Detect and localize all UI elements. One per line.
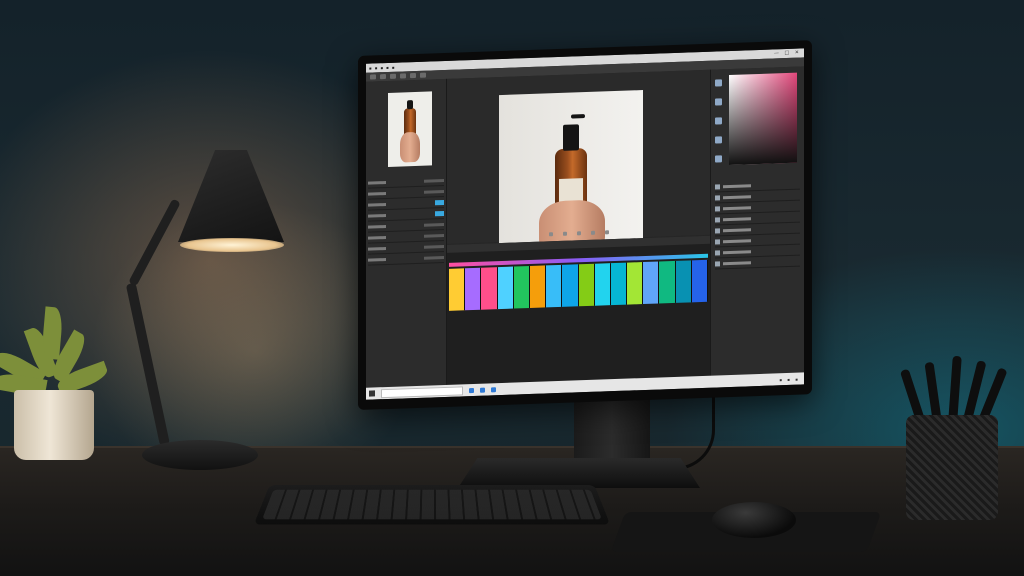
option-button[interactable] <box>370 74 376 80</box>
timeline-clip[interactable] <box>691 259 708 303</box>
tool-icon[interactable] <box>715 117 722 125</box>
timeline-clip[interactable] <box>659 260 676 304</box>
start-button[interactable] <box>369 390 375 397</box>
tool-icon[interactable] <box>715 155 722 163</box>
timeline-clip[interactable] <box>627 262 644 305</box>
taskbar-icon[interactable] <box>469 387 474 393</box>
mouse <box>712 502 796 538</box>
menu-item[interactable]: ▪ <box>392 65 395 70</box>
menu-item[interactable]: ▪ <box>386 65 389 70</box>
menu-item[interactable]: ▪ <box>375 65 378 70</box>
timeline-clip[interactable] <box>546 264 563 308</box>
timeline-clip[interactable] <box>481 267 498 310</box>
preview-thumbnail[interactable] <box>388 91 432 167</box>
monitor-stand-base <box>458 458 700 488</box>
tool-icon[interactable] <box>715 98 722 106</box>
search-input[interactable] <box>381 385 463 398</box>
color-picker[interactable] <box>729 72 797 166</box>
panel-icons <box>715 79 723 174</box>
desk-scene: ▪ ▪ ▪ ▪ ▪ — □ ✕ ▪ ▪ ▪ <box>0 0 1024 576</box>
option-button[interactable] <box>380 74 386 80</box>
monitor: ▪ ▪ ▪ ▪ ▪ — □ ✕ ▪ ▪ ▪ <box>358 40 812 411</box>
keyboard <box>253 485 611 525</box>
timeline-clip[interactable] <box>513 265 530 309</box>
tool-icon[interactable] <box>715 136 722 144</box>
timeline-clip[interactable] <box>594 263 611 306</box>
system-tray[interactable]: ▪ ▪ ▪ <box>779 376 800 382</box>
menu-item[interactable]: ▪ <box>380 65 383 70</box>
taskbar-icon[interactable] <box>480 387 485 393</box>
tool-icon[interactable] <box>590 230 595 235</box>
timeline-clip[interactable] <box>465 267 482 311</box>
timeline-clip[interactable] <box>643 261 660 305</box>
window-controls[interactable]: — □ ✕ <box>774 50 801 57</box>
layers-list <box>715 178 800 270</box>
pump-cap <box>563 124 579 151</box>
canvas-area[interactable] <box>447 69 710 258</box>
play-icon[interactable] <box>548 232 553 237</box>
property-row[interactable] <box>368 251 444 266</box>
tool-icon[interactable] <box>576 231 581 236</box>
option-button[interactable] <box>400 73 406 79</box>
left-panel <box>366 78 447 388</box>
option-button[interactable] <box>410 72 416 79</box>
monitor-screen: ▪ ▪ ▪ ▪ ▪ — □ ✕ ▪ ▪ ▪ <box>366 48 804 400</box>
right-panel <box>710 66 804 376</box>
timeline-track[interactable] <box>449 259 708 311</box>
timeline-clip[interactable] <box>610 262 628 306</box>
monitor-stand <box>574 398 650 468</box>
tool-icon[interactable] <box>604 230 609 235</box>
taskbar-icon[interactable] <box>491 386 496 392</box>
timeline-clip[interactable] <box>578 263 595 307</box>
properties-list <box>368 174 444 266</box>
timeline-clip[interactable] <box>449 268 466 311</box>
timeline-clip[interactable] <box>675 260 692 303</box>
option-button[interactable] <box>390 73 396 79</box>
timeline-clip[interactable] <box>497 266 514 310</box>
timeline-panel <box>447 235 710 385</box>
layer-row[interactable] <box>715 255 800 270</box>
plant-pot <box>14 390 94 460</box>
timeline-clip[interactable] <box>529 265 547 308</box>
tool-icon[interactable] <box>715 79 722 87</box>
option-button[interactable] <box>420 72 426 78</box>
menu-item[interactable]: ▪ <box>369 66 372 71</box>
tool-icon[interactable] <box>562 231 567 236</box>
timeline-clip[interactable] <box>562 264 579 307</box>
